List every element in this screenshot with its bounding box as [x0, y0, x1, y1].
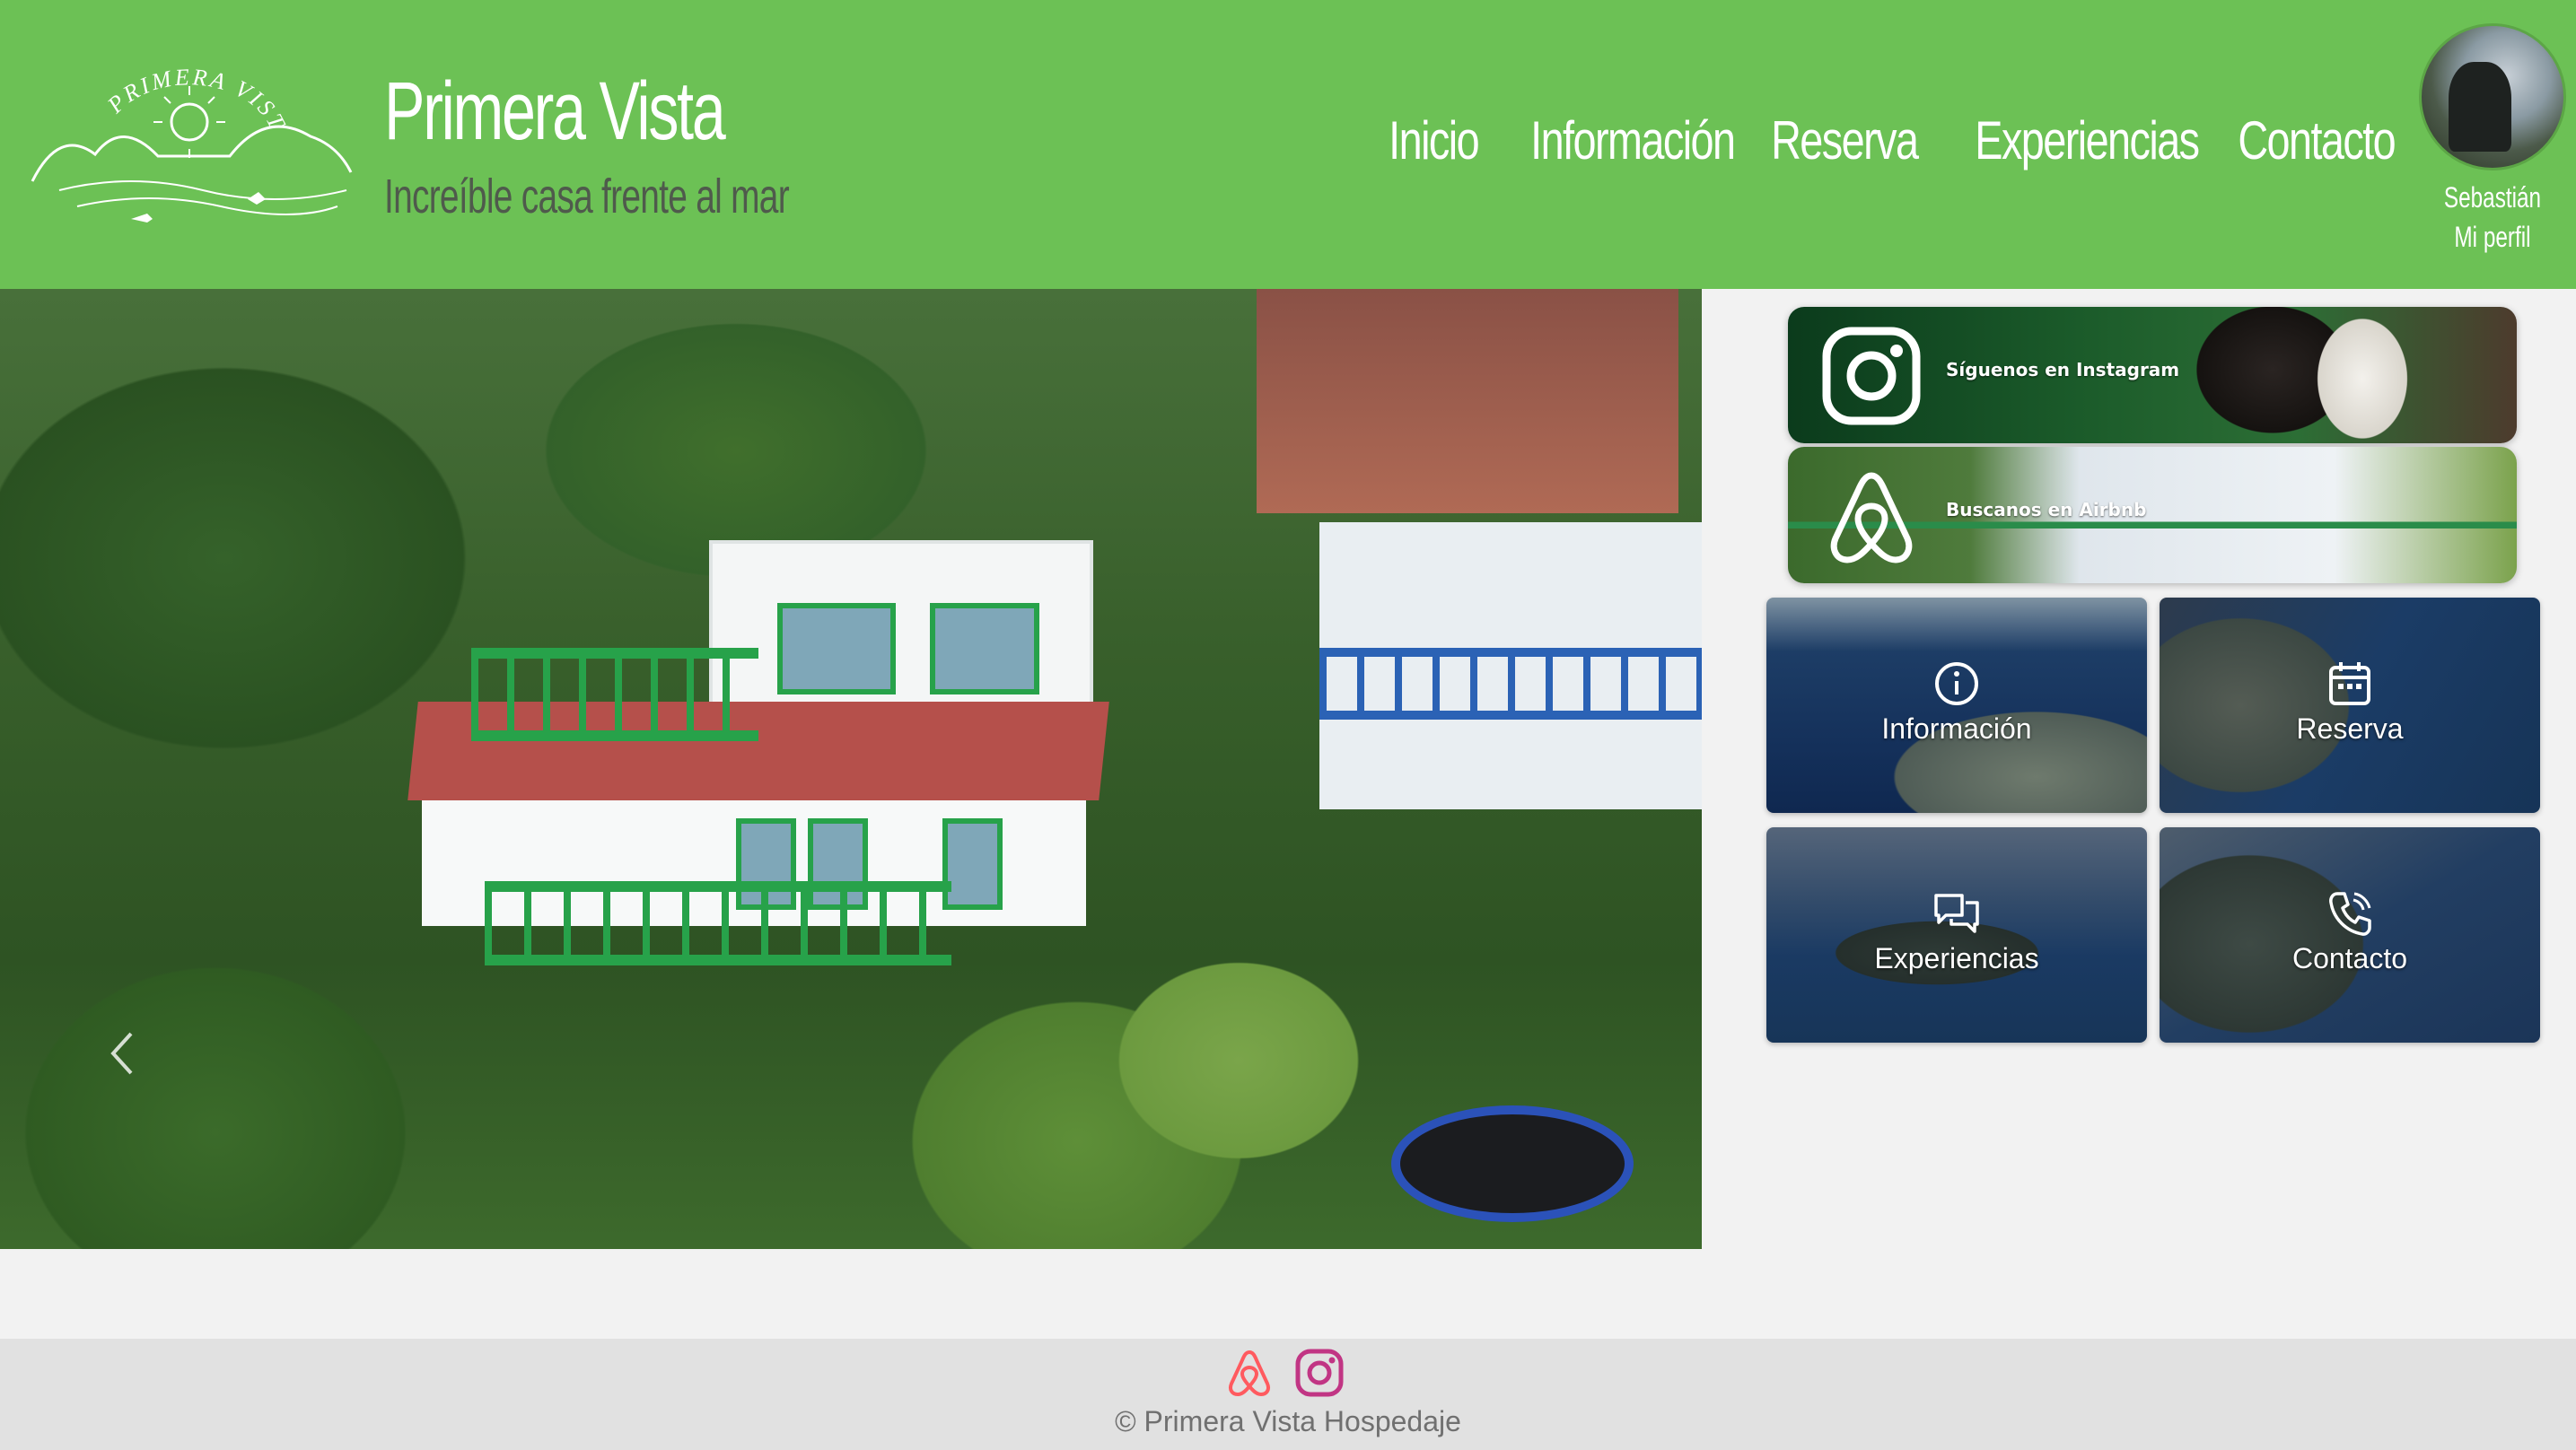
tile-informacion[interactable]: Información [1766, 598, 2147, 813]
airbnb-banner-label: Buscanos en Airbnb [1946, 499, 2147, 520]
site-header: PRIMERA VISTA Primera Vista Increíble ca… [0, 0, 2576, 289]
background-building [1257, 289, 1678, 513]
instagram-banner-label: Síguenos en Instagram [1946, 359, 2180, 380]
house-deck [471, 648, 758, 741]
instagram-icon [1822, 327, 1921, 425]
carousel-prev-button[interactable] [104, 1026, 140, 1080]
neighbor-railing [1319, 648, 1702, 720]
avatar[interactable] [2419, 23, 2566, 170]
airbnb-banner[interactable]: Buscanos en Airbnb [1788, 447, 2517, 583]
tile-experiencias[interactable]: Experiencias [1766, 827, 2147, 1043]
tile-informacion-label: Información [1881, 712, 2032, 745]
nav-reserva[interactable]: Reserva [1771, 109, 1919, 171]
tile-experiencias-label: Experiencias [1874, 942, 2039, 974]
house-railing [485, 881, 951, 965]
nav-experiencias[interactable]: Experiencias [1976, 109, 2201, 171]
nav-contacto[interactable]: Contacto [2238, 109, 2396, 171]
calendar-icon [2329, 662, 2370, 705]
profile-menu[interactable]: Sebastián Mi perfil [2418, 23, 2567, 257]
info-icon [1935, 662, 1978, 705]
tile-contacto[interactable]: Contacto [2160, 827, 2540, 1043]
instagram-banner[interactable]: Síguenos en Instagram [1788, 307, 2517, 443]
tile-reserva-label: Reserva [2296, 712, 2404, 745]
nav-informacion[interactable]: Información [1531, 109, 1737, 171]
hero-carousel [0, 289, 1702, 1249]
phone-icon [2329, 892, 2371, 936]
nav-inicio[interactable]: Inicio [1389, 109, 1480, 171]
tile-contacto-label: Contacto [2291, 942, 2408, 974]
footer-social-links [1224, 1348, 1345, 1398]
logo[interactable]: PRIMERA VISTA [13, 35, 355, 226]
profile-name[interactable]: Sebastián [2436, 178, 2549, 217]
airbnb-icon[interactable] [1224, 1348, 1275, 1398]
site-footer: © Primera Vista Hospedaje [0, 1339, 2576, 1450]
site-title[interactable]: Primera Vista [384, 65, 726, 159]
copyright-text: © Primera Vista Hospedaje [1115, 1405, 1461, 1437]
chevron-left-icon [110, 1032, 133, 1075]
trampoline [1391, 1105, 1634, 1222]
chat-icon [1934, 894, 1979, 933]
instagram-icon[interactable] [1294, 1348, 1345, 1398]
main-nav: Inicio Información Reserva Experiencias … [1389, 109, 2396, 171]
airbnb-icon [1822, 467, 1921, 565]
tile-reserva[interactable]: Reserva [2160, 598, 2540, 813]
profile-link[interactable]: Mi perfil [2436, 217, 2549, 257]
site-subtitle: Increíble casa frente al mar [384, 170, 790, 223]
logo-illustration: PRIMERA VISTA [13, 35, 353, 223]
